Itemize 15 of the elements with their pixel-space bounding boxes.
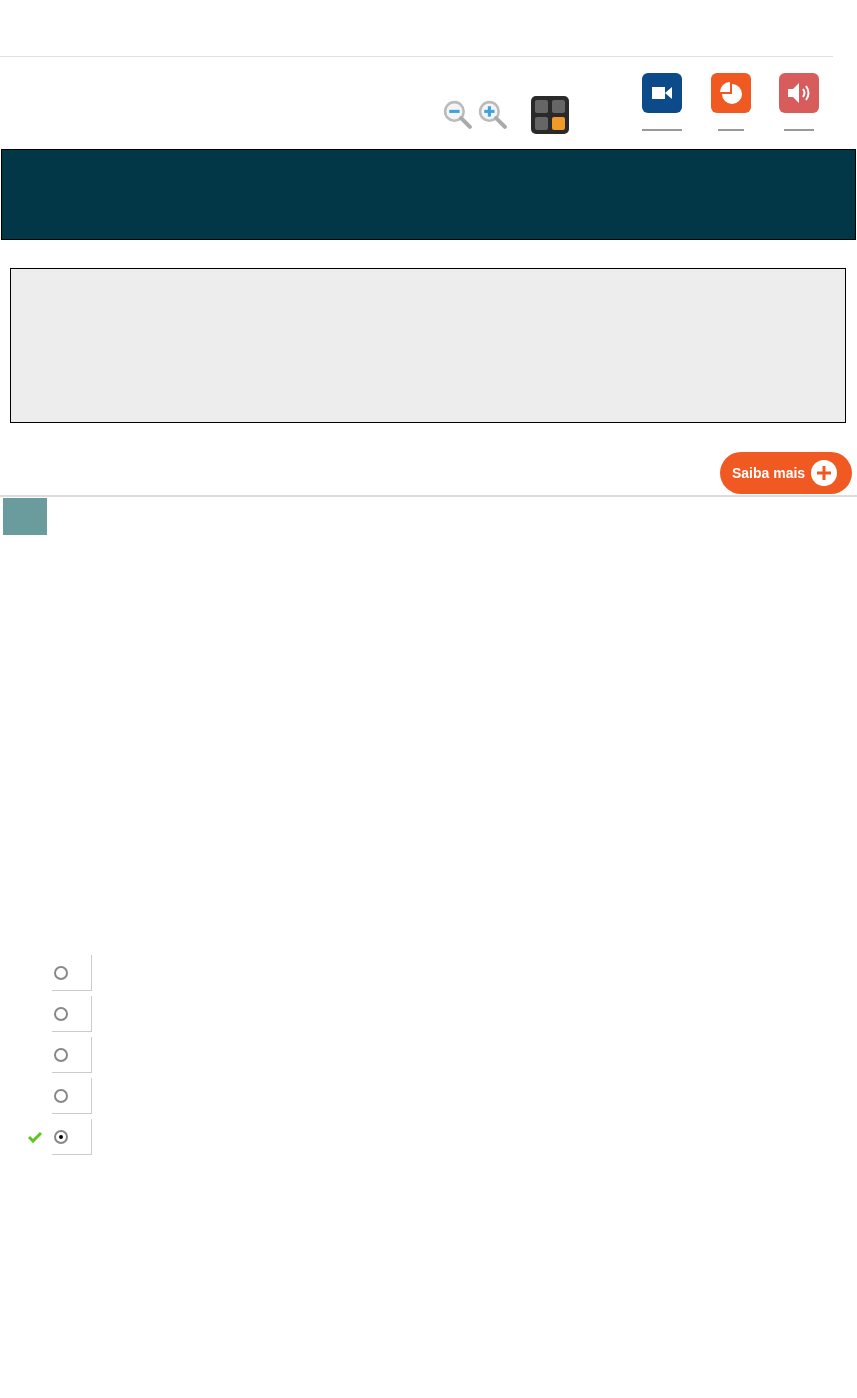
plus-icon [811, 460, 838, 486]
radio-button[interactable] [54, 1088, 68, 1103]
radio-button[interactable] [54, 1006, 68, 1021]
question-number-box [3, 498, 47, 535]
check-icon [28, 1131, 42, 1143]
zoom-in-icon[interactable] [477, 99, 508, 130]
video-camera-icon[interactable] [642, 73, 682, 113]
pie-chart-icon[interactable] [711, 73, 751, 113]
radio-button[interactable] [54, 965, 68, 980]
calculator-icon[interactable] [531, 96, 569, 134]
zoom-out-icon[interactable] [442, 99, 473, 130]
speaker-icon[interactable] [779, 73, 819, 113]
radio-button[interactable] [54, 1047, 68, 1062]
radio-button[interactable] [54, 1129, 68, 1144]
more-button[interactable]: Saiba mais [720, 452, 852, 494]
